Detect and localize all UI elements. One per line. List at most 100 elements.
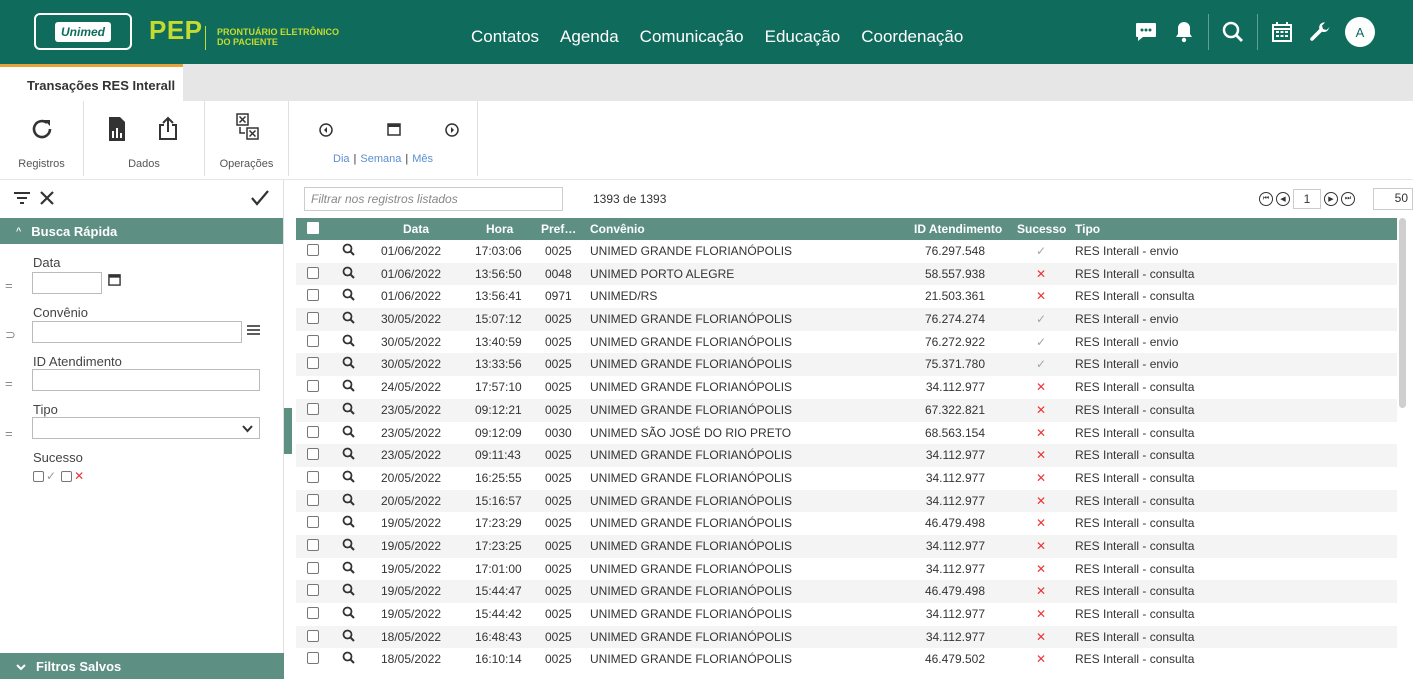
row-checkbox[interactable] bbox=[307, 244, 319, 256]
grid-filter-input[interactable]: Filtrar nos registros listados bbox=[304, 187, 563, 211]
row-checkbox[interactable] bbox=[307, 584, 319, 597]
view-record-icon[interactable] bbox=[342, 334, 355, 350]
nav-agenda[interactable]: Agenda bbox=[560, 27, 619, 47]
tipo-select[interactable] bbox=[32, 417, 260, 439]
view-mes[interactable]: Mês bbox=[412, 153, 433, 165]
view-semana[interactable]: Semana bbox=[360, 153, 401, 165]
tab-transacoes-res[interactable]: Transações RES Interall bbox=[0, 64, 183, 101]
apply-filter-icon[interactable] bbox=[251, 190, 269, 209]
nav-comunicacao[interactable]: Comunicação bbox=[640, 27, 744, 47]
data-operator[interactable]: = bbox=[5, 278, 13, 293]
view-record-icon[interactable] bbox=[342, 606, 355, 622]
col-convenio[interactable]: Convênio bbox=[590, 222, 645, 236]
nav-coordenacao[interactable]: Coordenação bbox=[861, 27, 963, 47]
table-row[interactable]: 01/06/2022 13:56:50 0048 UNIMED PORTO ALEGR… bbox=[296, 262, 1397, 286]
vertical-scrollbar[interactable] bbox=[1399, 218, 1406, 408]
nav-contatos[interactable]: Contatos bbox=[471, 27, 539, 47]
row-checkbox[interactable] bbox=[307, 607, 319, 619]
panel-splitter[interactable] bbox=[284, 408, 292, 454]
convenio-input[interactable] bbox=[32, 321, 242, 343]
table-row[interactable]: 24/05/2022 17:57:10 0025 UNIMED GRANDE FLOR… bbox=[296, 376, 1397, 399]
view-dia[interactable]: Dia bbox=[333, 153, 350, 165]
view-record-icon[interactable] bbox=[342, 425, 355, 441]
row-checkbox[interactable] bbox=[307, 289, 319, 302]
view-record-icon[interactable] bbox=[342, 266, 355, 282]
row-checkbox[interactable] bbox=[307, 470, 319, 483]
view-record-icon[interactable] bbox=[342, 379, 355, 395]
view-record-icon[interactable] bbox=[342, 561, 355, 577]
view-record-icon[interactable] bbox=[342, 629, 355, 645]
saved-filters-header[interactable]: Filtros Salvos bbox=[0, 653, 284, 679]
export-icon[interactable] bbox=[157, 115, 179, 141]
select-all-checkbox[interactable] bbox=[307, 222, 319, 234]
table-row[interactable]: 23/05/2022 09:12:09 0030 UNIMED SÃO JOSÉ DO… bbox=[296, 422, 1397, 445]
view-record-icon[interactable] bbox=[342, 515, 355, 531]
col-tipo[interactable]: Tipo bbox=[1075, 222, 1100, 236]
view-record-icon[interactable] bbox=[342, 356, 355, 372]
spreadsheet-icon[interactable] bbox=[108, 116, 126, 142]
row-checkbox[interactable] bbox=[307, 516, 319, 529]
sucesso-false-checkbox[interactable] bbox=[61, 470, 73, 482]
table-row[interactable]: 30/05/2022 15:07:12 0025 UNIMED GRANDE FLOR… bbox=[296, 308, 1397, 331]
row-checkbox[interactable] bbox=[307, 266, 319, 279]
view-record-icon[interactable] bbox=[342, 493, 355, 509]
table-row[interactable]: 19/05/2022 15:44:42 0025 UNIMED GRANDE FLOR… bbox=[296, 603, 1397, 626]
row-checkbox[interactable] bbox=[307, 561, 319, 574]
refresh-icon[interactable] bbox=[30, 117, 54, 141]
row-checkbox[interactable] bbox=[307, 448, 319, 461]
row-checkbox[interactable] bbox=[307, 402, 319, 415]
last-page-icon[interactable]: ⏭ bbox=[1341, 192, 1355, 206]
wrench-icon[interactable] bbox=[1301, 13, 1339, 51]
first-page-icon[interactable]: ⏮ bbox=[1259, 192, 1273, 206]
view-record-icon[interactable] bbox=[342, 538, 355, 554]
view-record-icon[interactable] bbox=[342, 583, 355, 599]
table-row[interactable]: 23/05/2022 09:11:43 0025 UNIMED GRANDE FLOR… bbox=[296, 444, 1397, 467]
table-row[interactable]: 01/06/2022 17:03:06 0025 UNIMED GRANDE FLOR… bbox=[296, 240, 1397, 263]
calendar-icon[interactable] bbox=[1263, 13, 1301, 51]
view-record-icon[interactable] bbox=[342, 288, 355, 304]
previous-icon[interactable] bbox=[319, 123, 333, 137]
table-row[interactable]: 18/05/2022 16:48:43 0025 UNIMED GRANDE FLOR… bbox=[296, 625, 1397, 649]
table-row[interactable]: 30/05/2022 13:33:56 0025 UNIMED GRANDE FLOR… bbox=[296, 353, 1397, 377]
nav-educacao[interactable]: Educação bbox=[765, 27, 841, 47]
view-record-icon[interactable] bbox=[342, 447, 355, 463]
row-checkbox[interactable] bbox=[307, 334, 319, 347]
operations-icon[interactable] bbox=[235, 112, 261, 142]
row-checkbox[interactable] bbox=[307, 493, 319, 506]
col-sucesso[interactable]: Sucesso bbox=[1017, 222, 1066, 236]
col-data[interactable]: Data bbox=[403, 222, 429, 236]
table-row[interactable]: 19/05/2022 17:23:29 0025 UNIMED GRANDE FLOR… bbox=[296, 512, 1397, 535]
table-row[interactable]: 18/05/2022 16:10:14 0025 UNIMED GRANDE FLOR… bbox=[296, 648, 1397, 671]
unimed-logo[interactable]: Unimed bbox=[34, 13, 132, 50]
list-icon[interactable] bbox=[247, 324, 260, 339]
table-row[interactable]: 23/05/2022 09:12:21 0025 UNIMED GRANDE FLOR… bbox=[296, 398, 1397, 422]
tipo-operator[interactable]: = bbox=[5, 426, 13, 441]
convenio-operator[interactable]: ⊃ bbox=[5, 327, 16, 343]
id-atendimento-input[interactable] bbox=[32, 369, 260, 391]
col-hora[interactable]: Hora bbox=[486, 222, 513, 236]
next-page-icon[interactable]: ▶ bbox=[1324, 192, 1338, 206]
row-checkbox[interactable] bbox=[307, 652, 319, 665]
calendar-icon[interactable] bbox=[108, 273, 121, 289]
prev-page-icon[interactable]: ◀ bbox=[1276, 192, 1290, 206]
page-number-input[interactable]: 1 bbox=[1293, 189, 1321, 209]
sucesso-true-checkbox[interactable] bbox=[33, 470, 44, 482]
avatar[interactable]: A bbox=[1345, 17, 1375, 47]
row-checkbox[interactable] bbox=[307, 312, 319, 325]
clear-filter-icon[interactable] bbox=[39, 190, 55, 209]
row-checkbox[interactable] bbox=[307, 380, 319, 393]
view-record-icon[interactable] bbox=[342, 651, 355, 667]
view-record-icon[interactable] bbox=[342, 402, 355, 418]
bell-icon[interactable] bbox=[1165, 13, 1203, 51]
view-record-icon[interactable] bbox=[342, 311, 355, 327]
table-row[interactable]: 19/05/2022 17:23:25 0025 UNIMED GRANDE FLOR… bbox=[296, 534, 1397, 558]
table-row[interactable]: 19/05/2022 17:01:00 0025 UNIMED GRANDE FLOR… bbox=[296, 558, 1397, 581]
next-icon[interactable] bbox=[445, 123, 459, 137]
table-row[interactable]: 20/05/2022 15:16:57 0025 UNIMED GRANDE FLOR… bbox=[296, 489, 1397, 513]
calendar-day-icon[interactable] bbox=[387, 122, 401, 136]
row-checkbox[interactable] bbox=[307, 425, 319, 438]
table-row[interactable]: 19/05/2022 15:44:47 0025 UNIMED GRANDE FLOR… bbox=[296, 580, 1397, 603]
page-size-input[interactable]: 50 bbox=[1373, 188, 1413, 210]
row-checkbox[interactable] bbox=[307, 357, 319, 370]
view-record-icon[interactable] bbox=[342, 470, 355, 486]
